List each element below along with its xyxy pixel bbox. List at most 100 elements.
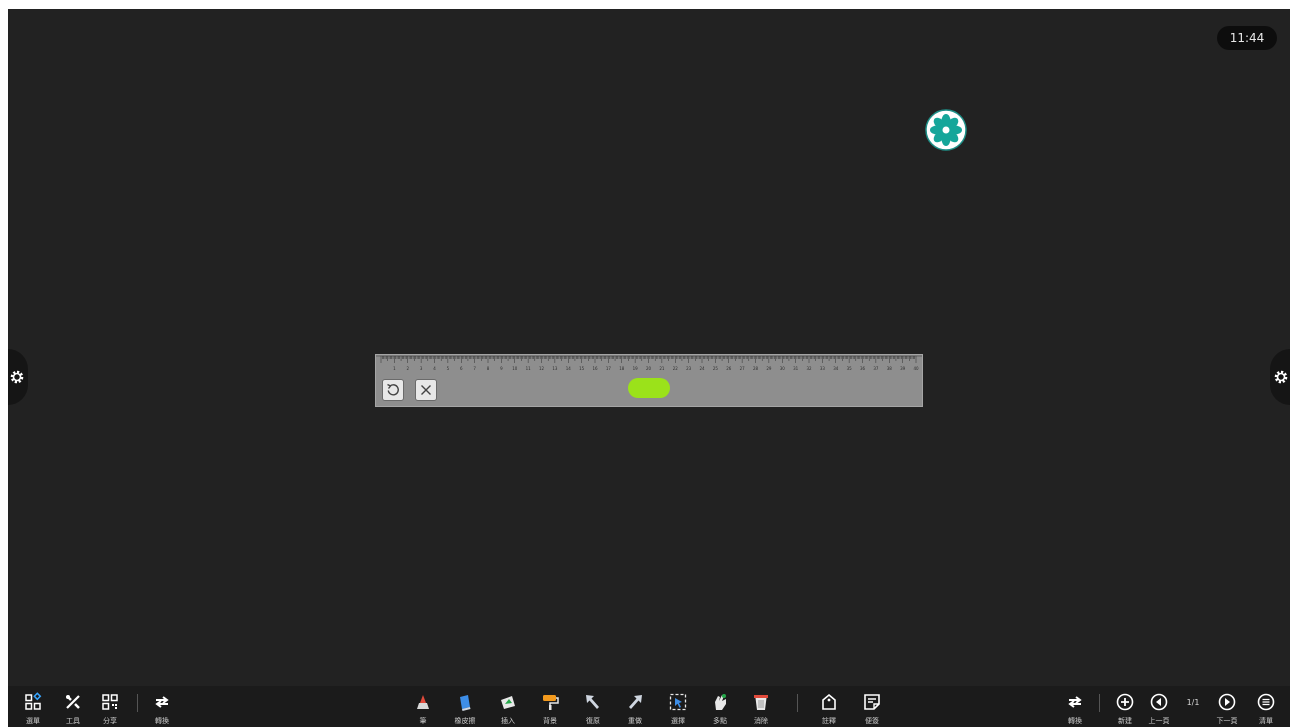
- ruler-tick-label: 2: [406, 366, 409, 371]
- list-icon: [1257, 693, 1275, 711]
- next-page-icon: [1218, 693, 1236, 711]
- ruler-tick-label: 20: [646, 366, 652, 371]
- eraser-icon: [460, 695, 471, 711]
- select-label: 選擇: [671, 717, 685, 725]
- ruler-tick-label: 33: [820, 366, 826, 371]
- ruler-tick-label: 9: [500, 366, 503, 371]
- tools-icon: [66, 695, 80, 709]
- ruler-tick-label: 38: [887, 366, 893, 371]
- ruler-tick-label: 27: [740, 366, 746, 371]
- close-ruler-button[interactable]: [415, 379, 437, 401]
- multi-touch-icon: [715, 694, 726, 710]
- menu-grid-icon: [25, 692, 42, 710]
- rotate-ruler-button[interactable]: [382, 379, 404, 401]
- ruler-tick-label: 40: [913, 366, 919, 371]
- ruler-tick-label: 21: [659, 366, 665, 371]
- list-button[interactable]: 清單: [1246, 686, 1286, 727]
- gear-icon: [10, 370, 24, 384]
- multi-touch-button[interactable]: 多點: [700, 686, 740, 727]
- ruler-tick-label: 36: [860, 366, 866, 371]
- background-roller-icon: [543, 695, 559, 710]
- ruler-tick-label: 8: [487, 366, 490, 371]
- menu-button[interactable]: 選單: [13, 686, 53, 727]
- undo-arrow-icon: [586, 695, 599, 709]
- insert-button[interactable]: 插入: [488, 686, 528, 727]
- pen-icon: [417, 695, 429, 709]
- ruler-tick-label: 19: [633, 366, 639, 371]
- ruler-tick-label: 26: [726, 366, 732, 371]
- share-label: 分享: [103, 717, 117, 725]
- tools-label: 工具: [66, 717, 80, 725]
- toolbar-divider: [1099, 694, 1100, 712]
- page-indicator: 1/1: [1186, 698, 1200, 707]
- eraser-button[interactable]: 橡皮擦: [445, 686, 485, 727]
- clear-bin-icon: [754, 695, 768, 710]
- clear-button[interactable]: 消除: [741, 686, 781, 727]
- ruler-tool[interactable]: 1 2 3 4 5 6 7 8 9 10 11 12 13 14 15 16 17 18 19 20 21 22 23 24 2…: [375, 354, 923, 407]
- background-label: 背景: [543, 717, 557, 725]
- multi-touch-label: 多點: [713, 717, 727, 725]
- rotate-icon: [387, 383, 399, 396]
- sticky-note-button[interactable]: 便簽: [852, 686, 892, 727]
- redo-button[interactable]: 重做: [615, 686, 655, 727]
- switch-label-left: 轉換: [155, 717, 169, 725]
- ruler-tick-label: 32: [806, 366, 812, 371]
- toolbar-divider: [797, 694, 798, 712]
- ruler-tick-label: 37: [873, 366, 879, 371]
- switch-label-right: 轉換: [1068, 717, 1082, 725]
- undo-label: 復原: [586, 717, 600, 725]
- ruler-tick-label: 34: [833, 366, 839, 371]
- switch-icon: [1068, 696, 1082, 708]
- toolbar-divider: [137, 694, 138, 712]
- ruler-tick-label: 17: [606, 366, 612, 371]
- menu-label: 選單: [26, 717, 40, 725]
- redo-arrow-icon: [629, 695, 642, 709]
- ruler-tick-label: 1: [393, 366, 396, 371]
- background-button[interactable]: 背景: [530, 686, 570, 727]
- annotate-button[interactable]: 註釋: [809, 686, 849, 727]
- ruler-drag-handle[interactable]: [628, 378, 670, 398]
- eraser-label: 橡皮擦: [454, 717, 476, 725]
- ruler-scale: 1 2 3 4 5 6 7 8 9 10 11 12 13 14 15 16 17 18 19 20 21 22 23 24 2…: [376, 355, 922, 371]
- new-page-icon: [1116, 693, 1134, 711]
- close-icon: [421, 385, 431, 395]
- clear-label: 消除: [754, 717, 768, 725]
- ruler-tick-label: 6: [460, 366, 463, 371]
- ruler-tick-label: 31: [793, 366, 799, 371]
- ruler-tick-label: 7: [473, 366, 476, 371]
- ruler-tick-label: 28: [753, 366, 759, 371]
- select-button[interactable]: 選擇: [658, 686, 698, 727]
- ruler-tick-label: 25: [713, 366, 719, 371]
- ruler-tick-label: 16: [592, 366, 598, 371]
- ruler-tick-label: 11: [526, 366, 532, 371]
- ruler-tick-label: 22: [673, 366, 679, 371]
- right-settings-tab[interactable]: [1270, 349, 1290, 405]
- ruler-tick-label: 30: [780, 366, 786, 371]
- floating-menu-icon[interactable]: [925, 109, 967, 151]
- gear-icon: [1274, 370, 1288, 384]
- undo-button[interactable]: 復原: [573, 686, 613, 727]
- prev-page-button[interactable]: 上一頁: [1139, 686, 1179, 727]
- sticky-note-label: 便簽: [865, 717, 879, 725]
- annotate-label: 註釋: [822, 717, 836, 725]
- ruler-tick-label: 18: [619, 366, 625, 371]
- share-button[interactable]: 分享: [90, 686, 130, 727]
- ruler-tick-label: 4: [433, 366, 436, 371]
- insert-icon: [501, 696, 515, 709]
- next-page-button[interactable]: 下一頁: [1207, 686, 1247, 727]
- ruler-tick-label: 15: [579, 366, 585, 371]
- pen-label: 筆: [419, 717, 427, 725]
- insert-label: 插入: [501, 717, 515, 725]
- ruler-tick-label: 12: [539, 366, 545, 371]
- ruler-tick-label: 13: [552, 366, 558, 371]
- tools-button[interactable]: 工具: [53, 686, 93, 727]
- bottom-toolbar: 選單 工具 分享 轉換 筆 橡皮擦 插入 背景 復原 重做 選擇 多點 消除 註…: [8, 686, 1290, 727]
- ruler-tick-label: 29: [766, 366, 772, 371]
- prev-page-label: 上一頁: [1148, 717, 1170, 725]
- pen-button[interactable]: 筆: [403, 686, 443, 727]
- ruler-tick-label: 3: [420, 366, 423, 371]
- ruler-tick-label: 14: [566, 366, 572, 371]
- ruler-tick-label: 5: [447, 366, 450, 371]
- switch-button-right[interactable]: 轉換: [1055, 686, 1095, 727]
- switch-button-left[interactable]: 轉換: [142, 686, 182, 727]
